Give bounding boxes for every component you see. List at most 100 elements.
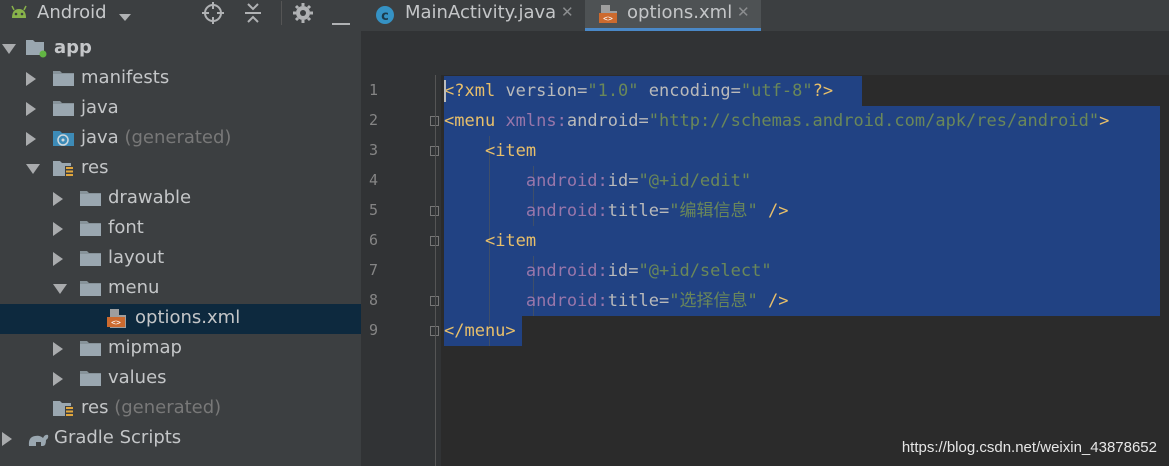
folder-icon [80, 370, 101, 386]
collapsed-arrow-icon[interactable] [53, 252, 63, 266]
folder-icon [80, 340, 101, 356]
line-number: 4 [369, 171, 379, 189]
generated-folder-icon [53, 130, 74, 146]
vertical-divider [281, 1, 283, 29]
code-line: <menu xmlns:android="http://schemas.andr… [444, 111, 1110, 131]
res-folder-icon [53, 160, 74, 177]
gear-icon[interactable] [292, 2, 314, 28]
collapsed-arrow-icon[interactable] [26, 102, 36, 116]
tree-item-mipmap[interactable]: mipmap [0, 334, 361, 364]
tree-item-manifests[interactable]: manifests [0, 64, 361, 94]
tree-item-res-generated[interactable]: res (generated) [0, 394, 361, 424]
line-number: 7 [369, 261, 379, 279]
tab-options-xml[interactable]: <> options.xml ✕ [585, 0, 761, 31]
code-line: <item [484, 141, 537, 161]
tree-item-layout[interactable]: layout [0, 244, 361, 274]
tree-item-label: res (generated) [81, 397, 222, 418]
svg-text:<>: <> [603, 14, 613, 23]
line-number: 3 [369, 141, 379, 159]
project-panel: Android app manifests java java (generated)… [0, 0, 361, 466]
collapsed-arrow-icon[interactable] [53, 222, 63, 236]
line-number: 1 [369, 81, 379, 99]
expanded-arrow-icon[interactable] [53, 284, 67, 294]
locate-target-icon[interactable] [202, 2, 224, 28]
android-icon [9, 4, 29, 26]
tree-item-label: values [108, 367, 167, 388]
xml-file-icon: <> [599, 3, 619, 29]
line-number: 6 [369, 231, 379, 249]
close-icon[interactable]: ✕ [737, 3, 750, 21]
line-number: 5 [369, 201, 379, 219]
tree-item-java-generated[interactable]: java (generated) [0, 124, 361, 154]
tree-item-drawable[interactable]: drawable [0, 184, 361, 214]
folder-icon [80, 250, 101, 266]
editor-area: c MainActivity.java ✕ <> options.xml ✕ 1… [361, 0, 1169, 466]
code-area[interactable]: <?xml version="1.0" encoding="utf-8"?> <m… [444, 75, 1169, 466]
minimize-icon[interactable] [332, 11, 350, 30]
collapsed-arrow-icon[interactable] [53, 372, 63, 386]
project-view-selector[interactable]: Android [37, 2, 107, 23]
tree-item-label: mipmap [108, 337, 182, 358]
expanded-arrow-icon[interactable] [2, 44, 16, 54]
expanded-arrow-icon[interactable] [26, 164, 40, 174]
project-panel-header: Android [0, 0, 361, 27]
collapsed-arrow-icon[interactable] [26, 132, 36, 146]
tree-item-options-xml[interactable]: <> options.xml [0, 304, 361, 334]
folder-icon [80, 280, 101, 296]
tree-item-label: app [54, 37, 92, 58]
folder-icon [53, 100, 74, 116]
svg-text:<>: <> [111, 318, 121, 327]
chevron-down-icon[interactable] [118, 8, 132, 27]
tree-item-values[interactable]: values [0, 364, 361, 394]
tree-item-font[interactable]: font [0, 214, 361, 244]
code-line: android:title="编辑信息" /> [525, 201, 789, 221]
svg-text:c: c [381, 9, 389, 24]
tree-item-label: res [81, 157, 109, 178]
tree-item-menu[interactable]: menu [0, 274, 361, 304]
folder-icon [80, 220, 101, 236]
tree-item-label: menu [108, 277, 160, 298]
gutter-divider [435, 75, 436, 466]
close-icon[interactable]: ✕ [561, 3, 574, 21]
tree-item-label: Gradle Scripts [54, 427, 182, 448]
selection-highlight [444, 226, 1160, 256]
collapse-all-icon[interactable] [243, 2, 263, 28]
tree-item-label: drawable [108, 187, 192, 208]
app-module-icon [26, 40, 47, 58]
code-line: android:id="@+id/select" [525, 261, 772, 281]
tree-item-label: options.xml [135, 307, 241, 328]
gradle-icon [26, 430, 49, 446]
code-line: <item [484, 231, 537, 251]
tree-item-label: manifests [81, 67, 170, 88]
collapsed-arrow-icon[interactable] [26, 72, 36, 86]
line-number: 2 [369, 111, 379, 129]
selection-highlight [444, 136, 1160, 166]
editor-toolbar-strip [361, 31, 1169, 75]
tree-item-label: java [81, 97, 119, 118]
line-number-gutter: 1 2 3 4 5 6 7 8 9 [361, 75, 441, 466]
tree-item-res[interactable]: res [0, 154, 361, 184]
tree-item-gradle-scripts[interactable]: Gradle Scripts [0, 424, 361, 454]
tab-label: MainActivity.java [405, 2, 557, 23]
tree-item-app[interactable]: app [0, 34, 361, 64]
code-line: android:id="@+id/edit" [525, 171, 752, 191]
collapsed-arrow-icon[interactable] [53, 192, 63, 206]
java-class-icon: c [375, 5, 395, 29]
tree-item-java[interactable]: java [0, 94, 361, 124]
line-number: 9 [369, 321, 379, 339]
tree-item-label: layout [108, 247, 165, 268]
collapsed-arrow-icon[interactable] [2, 432, 12, 446]
tree-item-label: font [108, 217, 144, 238]
tab-mainactivity-java[interactable]: c MainActivity.java ✕ [361, 0, 583, 31]
xml-file-icon: <> [107, 308, 128, 328]
editor-tab-bar: c MainActivity.java ✕ <> options.xml ✕ [361, 0, 1169, 31]
code-line: <?xml version="1.0" encoding="utf-8"?> [444, 81, 834, 101]
tree-item-label: java (generated) [81, 127, 232, 148]
tab-label: options.xml [627, 2, 733, 23]
code-line: </menu> [444, 321, 516, 341]
code-line: android:title="选择信息" /> [525, 291, 789, 311]
folder-icon [53, 70, 74, 86]
line-number: 8 [369, 291, 379, 309]
collapsed-arrow-icon[interactable] [53, 342, 63, 356]
res-folder-icon [53, 400, 74, 417]
